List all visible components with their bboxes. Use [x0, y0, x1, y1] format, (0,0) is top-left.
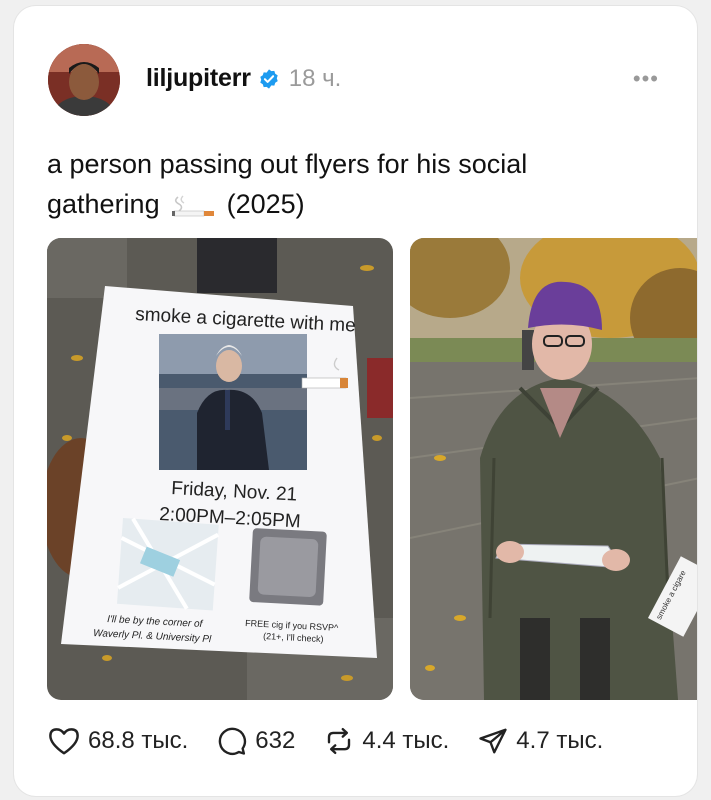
verified-icon — [260, 68, 278, 89]
caption-year: (2025) — [226, 189, 305, 219]
post-header: liljupiterr 18 ч. — [146, 64, 341, 93]
flyer-photo[interactable]: smoke a cigarette with me Friday, Nov. 2… — [47, 238, 393, 700]
post-card: liljupiterr 18 ч. ••• a person passing o… — [14, 6, 697, 796]
cigarette-emoji-icon — [172, 195, 215, 217]
username[interactable]: liljupiterr — [146, 64, 251, 93]
heart-icon — [49, 728, 79, 755]
more-options-icon[interactable]: ••• — [633, 66, 659, 92]
repost-count: 4.4 тыс. — [362, 727, 450, 754]
send-icon — [479, 728, 507, 754]
post-caption: a person passing out flyers for his soci… — [47, 144, 647, 224]
comment-count: 632 — [255, 727, 296, 754]
post-time: 18 ч. — [288, 64, 342, 92]
like-button[interactable]: 68.8 тыс. — [47, 726, 188, 756]
repost-icon — [328, 727, 351, 755]
comment-button[interactable]: 632 — [216, 726, 295, 756]
repost-button[interactable]: 4.4 тыс. — [323, 726, 449, 756]
share-button[interactable]: 4.7 тыс. — [477, 726, 603, 756]
action-bar: 68.8 тыс. 632 4.4 тыс. 4.7 тыс. — [47, 726, 603, 756]
comment-icon — [219, 727, 247, 755]
avatar[interactable] — [48, 44, 120, 116]
park-photo[interactable]: smoke a cigare — [410, 238, 697, 700]
share-count: 4.7 тыс. — [516, 727, 604, 754]
like-count: 68.8 тыс. — [88, 727, 189, 754]
